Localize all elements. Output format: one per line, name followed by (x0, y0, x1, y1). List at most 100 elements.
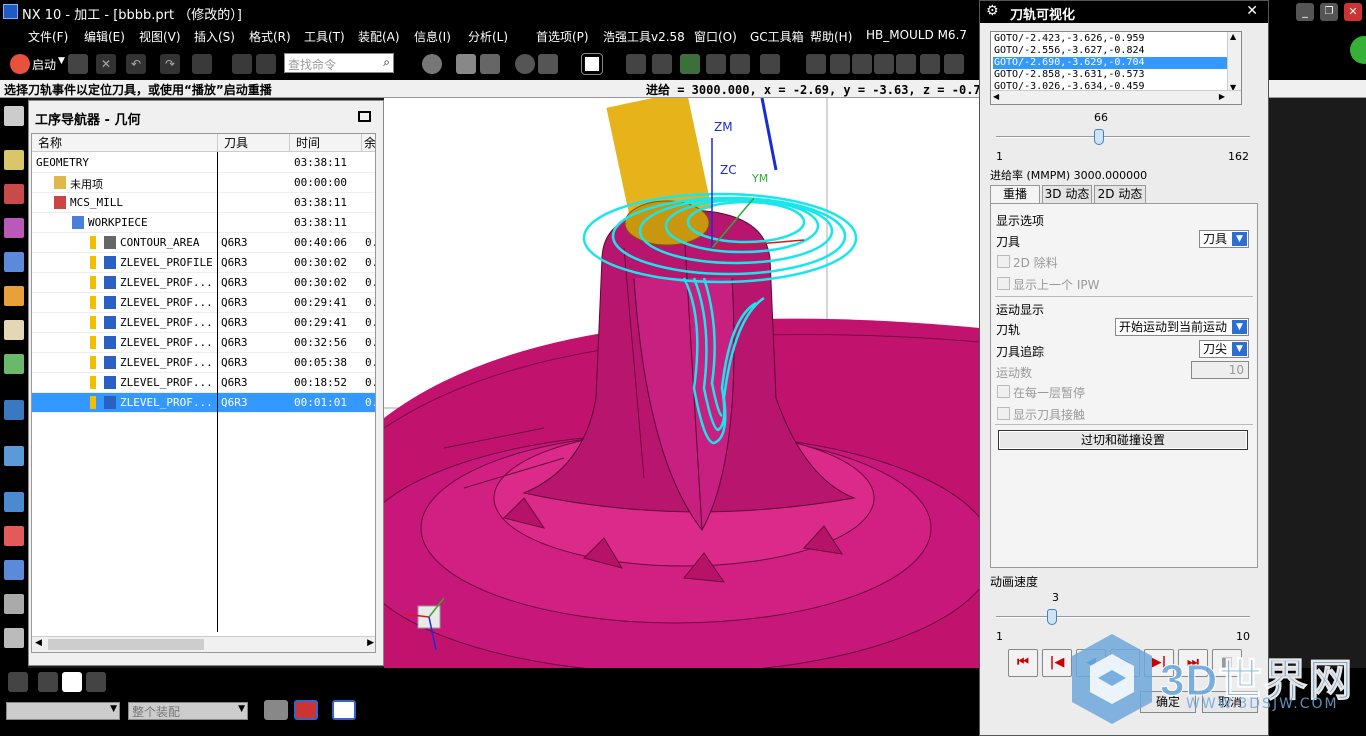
trim-icon[interactable] (896, 54, 916, 74)
table-row[interactable]: ZLEVEL_PROF... Q6R3 00:05:38 0. (32, 353, 375, 373)
web-browser-icon[interactable] (4, 400, 24, 420)
step-forward-button[interactable]: ▶| (1144, 649, 1174, 677)
toolpath-icon[interactable] (626, 54, 646, 74)
system-materials-icon[interactable] (4, 492, 24, 512)
restore-icon[interactable]: ❐ (1320, 3, 1338, 21)
table-row[interactable]: ZLEVEL_PROF... Q6R3 00:30:02 0. (32, 273, 375, 293)
view-orient-icon[interactable] (480, 54, 500, 74)
table-row[interactable]: ZLEVEL_PROF... Q6R3 00:29:41 0. (32, 313, 375, 333)
command-search-input[interactable]: 查找命令 ⌕ (284, 53, 394, 73)
grid-select-icon[interactable] (332, 700, 356, 720)
program-view-icon[interactable] (38, 672, 58, 692)
menu-preferences[interactable]: 首选项(P) (536, 28, 589, 45)
rewind-to-start-button[interactable]: ⏮ (1008, 649, 1038, 677)
scroll-up-icon[interactable]: ▲ (1230, 32, 1236, 41)
table-row[interactable]: 未用项 00:00:00 (32, 173, 375, 193)
line-icon[interactable] (806, 54, 826, 74)
column-header-tool[interactable]: 刀具 (218, 134, 290, 152)
table-row[interactable]: ZLEVEL_PROF... Q6R3 00:18:52 0. (32, 373, 375, 393)
scroll-left-icon[interactable]: ◀ (993, 92, 999, 101)
polygon-icon[interactable] (874, 54, 894, 74)
column-header-name[interactable]: 名称 (32, 134, 218, 152)
table-row[interactable]: GEOMETRY 03:38:11 (32, 153, 375, 173)
part-navigator-icon[interactable] (4, 218, 24, 238)
manufacturing-wizard-icon[interactable] (4, 560, 24, 580)
table-row[interactable]: ZLEVEL_PROFILE Q6R3 00:30:02 0. (32, 253, 375, 273)
minimize-icon[interactable]: _ (1296, 3, 1314, 21)
method-view-icon[interactable] (86, 672, 106, 692)
checkbox-show-prev-ipw[interactable] (997, 277, 1010, 290)
reuse-library-icon[interactable] (4, 320, 24, 340)
position-slider-track[interactable] (996, 136, 1250, 138)
scrollbar-thumb[interactable] (48, 639, 204, 650)
start-label[interactable]: 启动 (32, 56, 56, 73)
forward-to-end-button[interactable]: ⏭ (1178, 649, 1208, 677)
menu-assembly[interactable]: 装配(A) (358, 28, 400, 45)
chevron-down-icon[interactable]: ▼ (58, 56, 65, 66)
tab-2d-dynamic[interactable]: 2D 动态 (1094, 185, 1146, 203)
speed-slider-thumb[interactable] (1047, 609, 1058, 625)
cancel-button[interactable]: 取消 (1202, 691, 1258, 713)
menu-window[interactable]: 窗口(O) (694, 28, 737, 45)
geometry-view-icon[interactable] (62, 672, 82, 692)
table-row[interactable]: ZLEVEL_PROF... Q6R3 00:01:01 0. (32, 393, 375, 413)
table-row[interactable]: WORKPIECE 03:38:11 (32, 213, 375, 233)
menu-gc-toolbox[interactable]: GC工具箱 (750, 28, 804, 45)
shop-doc-icon[interactable] (760, 54, 780, 74)
start-icon[interactable] (10, 54, 30, 74)
menu-format[interactable]: 格式(R) (249, 28, 291, 45)
stop-button[interactable]: ■ (1212, 649, 1242, 677)
play-forward-button[interactable]: ▶ (1110, 649, 1140, 677)
menu-analysis[interactable]: 分析(L) (468, 28, 508, 45)
speed-slider-track[interactable] (996, 616, 1250, 618)
step-back-button[interactable]: |◀ (1042, 649, 1072, 677)
list-vertical-scrollbar[interactable]: ▲ ▼ (1227, 32, 1241, 92)
scope-dropdown[interactable]: 整个装配 ▼ (128, 702, 248, 720)
select-icon[interactable] (256, 54, 276, 74)
checkbox-pause-each-layer[interactable] (997, 385, 1010, 398)
constraint-navigator-icon[interactable] (4, 286, 24, 306)
play-backward-button[interactable]: ◀ (1076, 649, 1106, 677)
menu-info[interactable]: 信息(I) (414, 28, 451, 45)
table-row[interactable]: MCS_MILL 03:38:11 (32, 193, 375, 213)
list-icon[interactable] (706, 54, 726, 74)
clip-image-icon[interactable] (4, 628, 24, 648)
goto-list[interactable]: GOTO/-2.423,-3.626,-0.959 GOTO/-2.556,-3.… (990, 31, 1242, 105)
motion-count-input[interactable]: 10 (1191, 361, 1249, 379)
menu-haoqiang-tools[interactable]: 浩强工具v2.58 (603, 28, 685, 45)
tool-trace-dropdown[interactable]: 刀尖 ▼ (1199, 340, 1249, 358)
generate-icon[interactable] (652, 54, 672, 74)
column-header-extra[interactable]: 余 (362, 134, 375, 152)
tab-3d-dynamic[interactable]: 3D 动态 (1042, 185, 1092, 203)
rectangle-icon[interactable] (852, 54, 872, 74)
graphics-viewport[interactable]: ZM ZC YM (384, 98, 980, 668)
process-studio-icon[interactable] (4, 526, 24, 546)
menu-hb-mould[interactable]: HB_MOULD M6.7 (866, 28, 967, 42)
list-horizontal-scrollbar[interactable]: ◀ ▶ (991, 90, 1241, 104)
ok-button[interactable]: 确定 (1140, 691, 1196, 713)
menu-view[interactable]: 视图(V) (139, 28, 181, 45)
scroll-right-icon[interactable]: ▶ (367, 638, 374, 648)
maximize-icon[interactable] (358, 111, 371, 122)
solid-body-icon[interactable] (264, 700, 288, 720)
roles-icon[interactable] (4, 594, 24, 614)
table-row[interactable]: ZLEVEL_PROF... Q6R3 00:29:41 0. (32, 293, 375, 313)
list-item[interactable]: GOTO/-2.556,-3.627,-0.824 (993, 45, 1239, 57)
refresh-icon[interactable] (538, 54, 558, 74)
paste-icon[interactable] (192, 54, 212, 74)
menu-insert[interactable]: 插入(S) (194, 28, 235, 45)
hd3d-tools-icon[interactable] (4, 354, 24, 374)
type-filter-dropdown[interactable]: ▼ (6, 702, 120, 720)
tab-replay[interactable]: 重播 (990, 185, 1040, 203)
position-slider-thumb[interactable] (1093, 129, 1104, 145)
close-icon[interactable]: ✕ (96, 54, 116, 74)
mirror-icon[interactable] (944, 54, 964, 74)
undo-icon[interactable]: ↶ (126, 54, 146, 74)
menu-help[interactable]: 帮助(H) (810, 28, 852, 45)
menu-file[interactable]: 文件(F) (28, 28, 68, 45)
redo-icon[interactable]: ↷ (160, 54, 180, 74)
tool-dropdown[interactable]: 刀具 ▼ (1199, 230, 1249, 248)
settings-gear-icon[interactable] (4, 106, 24, 126)
operation-navigator-icon[interactable] (4, 150, 24, 170)
select-filter-icon[interactable] (8, 672, 28, 692)
